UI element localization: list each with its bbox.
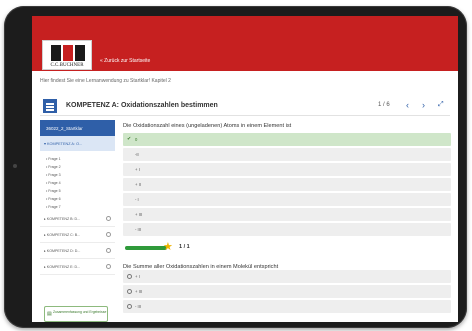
question-counter: 1 / 6 (378, 102, 390, 108)
sidebar-page-item[interactable]: • Frage 2 (46, 163, 115, 171)
radio-icon[interactable] (127, 289, 132, 294)
checkmark-icon: ✔ (127, 136, 132, 142)
publisher-logo[interactable]: C.C.BUCHNER (42, 40, 92, 70)
sidebar-page-item[interactable]: • Frage 3 (46, 171, 115, 179)
sidebar-item-kompetenz-d[interactable]: ▸ KOMPETENZ D: D... (40, 243, 115, 259)
answer-label: + III (135, 212, 143, 217)
sidebar-page-item[interactable]: • Frage 1 (46, 155, 115, 163)
answer-label: - III (135, 227, 142, 232)
sidebar-item-label: ▸ KOMPETENZ D: D... (44, 249, 81, 253)
star-icon: ★ (163, 241, 173, 253)
camera-dot (13, 164, 17, 168)
back-to-home-link[interactable]: « Zurück zur Startseite (100, 58, 150, 64)
answer-option[interactable]: + III (123, 208, 451, 221)
answer-label: + II (135, 182, 141, 187)
sidebar-item-kompetenz-e[interactable]: ▸ KOMPETENZ E: D... (40, 259, 115, 275)
progress-bar (125, 246, 167, 250)
score-progress: ★ 1 / 1 (123, 238, 451, 256)
next-arrow-icon[interactable]: › (422, 100, 425, 110)
page-subheading: Hier findest Sie eine Lernanwendung zu S… (40, 78, 171, 84)
sidebar-page-item[interactable]: • Frage 4 (46, 179, 115, 187)
answer-label: -II (135, 152, 139, 157)
summary-results-button[interactable]: ▤ Zusammenfassung und Ergebnisse (44, 306, 108, 322)
tablet-frame: C.C.BUCHNER « Zurück zur Startseite Hier… (4, 6, 467, 328)
answer-label: - I (135, 197, 139, 202)
status-circle-icon (106, 232, 111, 237)
sidebar-item-kompetenz-a[interactable]: ▾ KOMPETENZ A: O... (40, 136, 115, 151)
panel-header: KOMPETENZ A: Oxidationszahlen bestimmen … (40, 96, 450, 116)
status-circle-icon (106, 264, 111, 269)
score-label: 1 / 1 (179, 244, 190, 250)
answer-option-correct[interactable]: ✔ 0 (123, 133, 451, 146)
sidebar: 36022_2_Startklar ▾ KOMPETENZ A: O... • … (40, 120, 115, 322)
answer-option[interactable]: + I (123, 270, 451, 283)
progress-fill (125, 246, 167, 250)
answer-label: + I (135, 167, 140, 172)
answer-label: + I (135, 274, 140, 279)
sidebar-item-kompetenz-b[interactable]: ▸ KOMPETENZ B: D... (40, 211, 115, 227)
answer-option[interactable]: + II (123, 178, 451, 191)
answer-label: + III (135, 289, 143, 294)
status-circle-icon (106, 216, 111, 221)
sidebar-page-item[interactable]: • Frage 5 (46, 187, 115, 195)
prev-arrow-icon[interactable]: ‹ (406, 100, 409, 110)
sidebar-item-kompetenz-c[interactable]: ▸ KOMPETENZ C: B... (40, 227, 115, 243)
top-bar: C.C.BUCHNER « Zurück zur Startseite (32, 16, 458, 71)
answer-label: 0 (135, 137, 138, 142)
radio-icon[interactable] (127, 304, 132, 309)
answer-label: - III (135, 304, 142, 309)
sidebar-page-item[interactable]: • Frage 6 (46, 195, 115, 203)
radio-icon[interactable] (127, 274, 132, 279)
answer-option[interactable]: - III (123, 300, 451, 313)
summary-label: Zusammenfassung und Ergebnisse (53, 310, 107, 314)
menu-button[interactable] (43, 99, 57, 113)
answer-option[interactable]: - I (123, 193, 451, 206)
document-icon: ▤ (47, 311, 52, 317)
answer-option[interactable]: - III (123, 223, 451, 236)
question-2-text: Die Summe aller Oxidationszahlen in eine… (123, 264, 279, 270)
sidebar-page-item[interactable]: • Frage 7 (46, 203, 115, 211)
question-1-text: Die Oxidationszahl eines (ungeladenen) A… (123, 123, 292, 129)
answer-option[interactable]: + I (123, 163, 451, 176)
screen: C.C.BUCHNER « Zurück zur Startseite Hier… (32, 16, 458, 322)
logo-text: C.C.BUCHNER (50, 63, 84, 68)
sidebar-item-label: ▸ KOMPETENZ E: D... (44, 265, 81, 269)
sidebar-item-label: ▸ KOMPETENZ B: D... (44, 217, 81, 221)
answer-option[interactable]: -II (123, 148, 451, 161)
expand-icon[interactable]: ⤢ (438, 100, 444, 110)
logo-mark-icon (51, 45, 85, 61)
answer-option[interactable]: + III (123, 285, 451, 298)
sidebar-course-title[interactable]: 36022_2_Startklar (40, 120, 115, 136)
status-circle-icon (106, 248, 111, 253)
sidebar-item-label: ▸ KOMPETENZ C: B... (44, 233, 81, 237)
question-area: Die Oxidationszahl eines (ungeladenen) A… (123, 120, 451, 322)
sidebar-page-list: • Frage 1 • Frage 2 • Frage 3 • Frage 4 … (40, 151, 115, 211)
panel-title: KOMPETENZ A: Oxidationszahlen bestimmen (66, 102, 218, 109)
